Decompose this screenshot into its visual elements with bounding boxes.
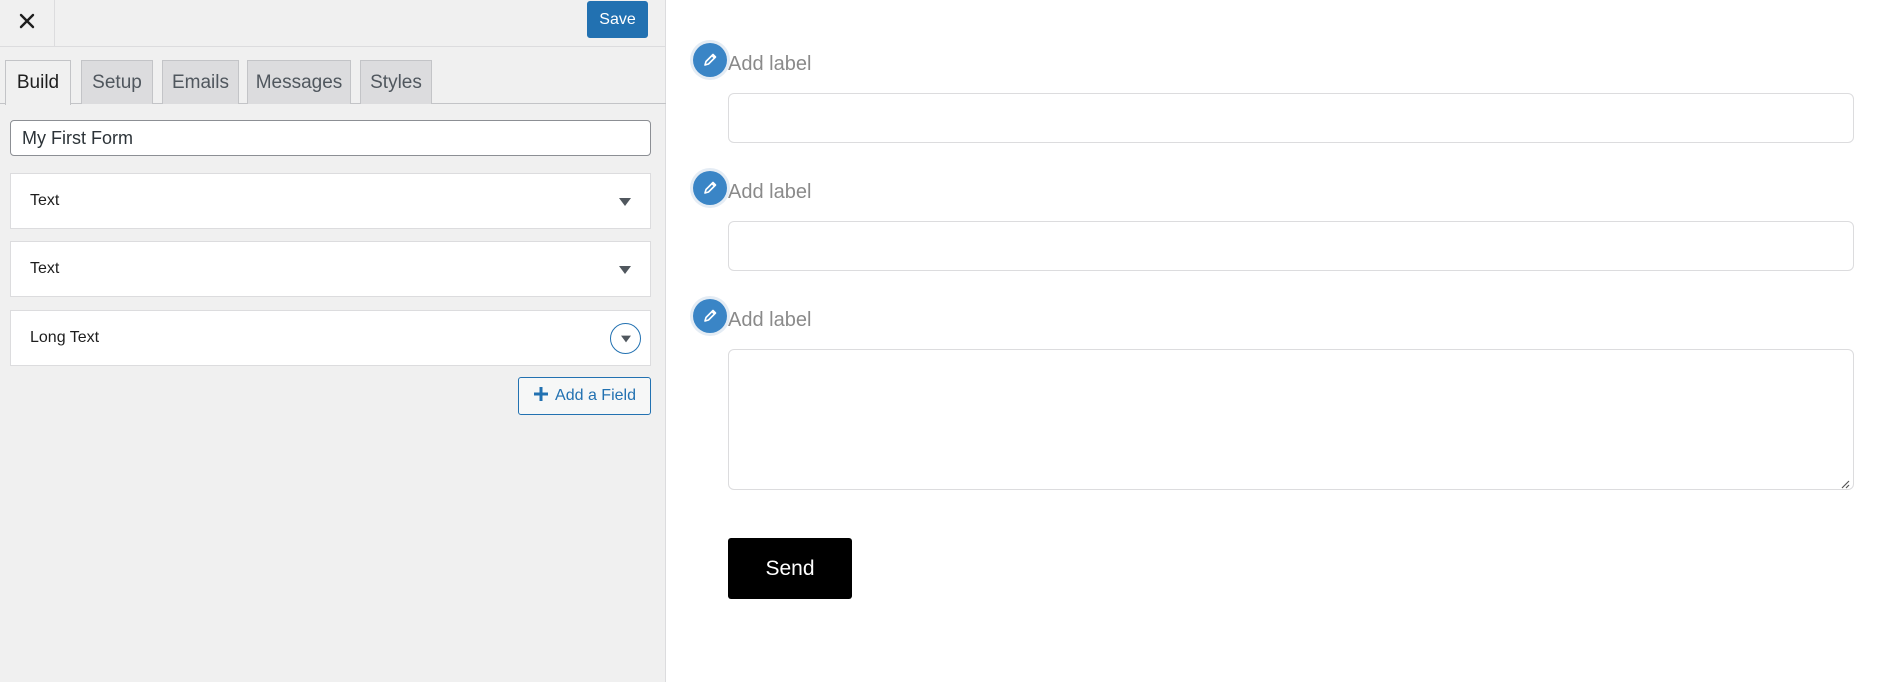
send-button[interactable]: Send — [728, 538, 852, 599]
tab-messages[interactable]: Messages — [247, 60, 351, 104]
edit-pencil-icon[interactable] — [693, 299, 727, 333]
field-row-long-text[interactable]: Long Text — [10, 310, 651, 366]
field-label-placeholder[interactable]: Add label — [728, 181, 811, 204]
chevron-down-icon[interactable] — [618, 263, 632, 275]
tab-setup[interactable]: Setup — [81, 60, 153, 104]
form-name-input[interactable] — [10, 120, 651, 156]
field-row-label: Text — [30, 192, 60, 209]
tab-emails[interactable]: Emails — [162, 60, 239, 104]
textarea-input[interactable] — [728, 349, 1854, 490]
field-label-placeholder[interactable]: Add label — [728, 53, 811, 76]
resize-handle-icon[interactable] — [1840, 476, 1850, 489]
sidebar-toolbar: Save — [0, 0, 666, 47]
close-button[interactable] — [0, 0, 55, 47]
edit-pencil-icon[interactable] — [693, 171, 727, 205]
tab-styles[interactable]: Styles — [360, 60, 432, 104]
field-row-label: Long Text — [30, 329, 100, 346]
chevron-down-icon[interactable] — [618, 195, 632, 207]
close-icon — [19, 13, 35, 34]
add-field-button[interactable]: Add a Field — [518, 377, 651, 415]
text-input-1[interactable] — [728, 93, 1854, 143]
add-field-label: Add a Field — [555, 387, 636, 404]
field-row-text-2[interactable]: Text — [10, 241, 651, 297]
builder-sidebar: Save Build Setup Emails Messages Styles … — [0, 0, 666, 682]
field-row-label: Text — [30, 260, 60, 277]
chevron-down-circle-icon[interactable] — [610, 323, 641, 354]
field-label-placeholder[interactable]: Add label — [728, 309, 811, 332]
save-button[interactable]: Save — [587, 1, 648, 38]
text-input-2[interactable] — [728, 221, 1854, 271]
edit-pencil-icon[interactable] — [693, 43, 727, 77]
form-preview: Add label Add label Add label Send — [667, 0, 1882, 682]
field-row-text-1[interactable]: Text — [10, 173, 651, 229]
tab-build[interactable]: Build — [5, 60, 71, 105]
plus-icon — [533, 386, 549, 407]
builder-tabs: Build Setup Emails Messages Styles — [0, 60, 666, 105]
